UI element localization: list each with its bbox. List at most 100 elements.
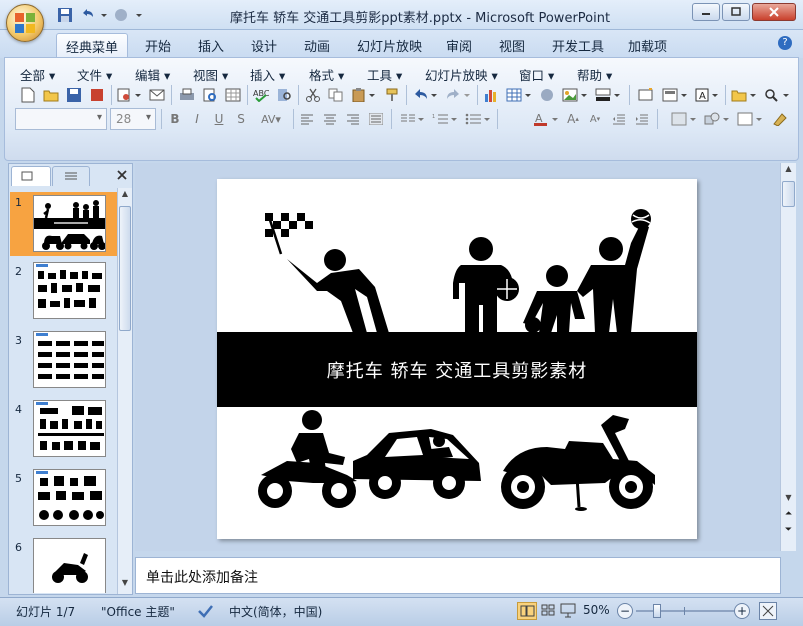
- fit-to-window-icon[interactable]: [759, 602, 777, 620]
- permission-icon[interactable]: [87, 84, 107, 106]
- maximize-button[interactable]: [722, 3, 750, 21]
- menu-edit[interactable]: 编辑 ▾: [135, 65, 170, 84]
- font-size-combo[interactable]: 28 ▾: [110, 108, 156, 130]
- color-dropdown-icon[interactable]: [593, 84, 623, 106]
- justify-icon[interactable]: [366, 108, 386, 130]
- tab-view[interactable]: 视图: [499, 36, 525, 55]
- tab-addins[interactable]: 加载项: [628, 36, 667, 55]
- textbox-dropdown-icon[interactable]: A: [693, 84, 721, 106]
- save-file-icon[interactable]: [64, 84, 84, 106]
- bold-icon[interactable]: B: [165, 108, 185, 130]
- spellcheck-status-icon[interactable]: [196, 602, 214, 620]
- tab-slides[interactable]: [11, 166, 51, 186]
- slideshow-icon[interactable]: [559, 602, 577, 620]
- theme-name[interactable]: "Office 主题": [101, 603, 175, 620]
- undo-dropdown-icon[interactable]: [100, 6, 108, 24]
- menu-help[interactable]: 帮助 ▾: [577, 65, 612, 84]
- print-icon[interactable]: [177, 84, 197, 106]
- notes-pane[interactable]: 单击此处添加备注: [135, 557, 781, 594]
- redo-icon[interactable]: [112, 6, 130, 24]
- redo-toolbar-icon[interactable]: [443, 84, 473, 106]
- editor-scrollbar[interactable]: ▲ ▼ ⏶ ⏷: [780, 163, 796, 551]
- underline-icon[interactable]: U: [209, 108, 229, 130]
- language-status[interactable]: 中文(简体，中国): [229, 603, 322, 620]
- scroll-down-icon[interactable]: ▼: [782, 493, 795, 507]
- slide-thumb-2[interactable]: 2: [10, 261, 117, 325]
- font-name-combo[interactable]: ▾: [15, 108, 107, 130]
- tab-developer[interactable]: 开发工具: [552, 36, 604, 55]
- slides-pane-scrollbar[interactable]: ▲ ▼: [117, 188, 132, 594]
- decrease-indent-icon[interactable]: [609, 108, 629, 130]
- slide-thumb-1[interactable]: 1: [10, 192, 117, 256]
- close-pane-icon[interactable]: [115, 168, 129, 182]
- minimize-button[interactable]: [692, 3, 720, 21]
- shrink-font-icon[interactable]: A ▾: [585, 108, 605, 130]
- numbering-dropdown-icon[interactable]: 1: [430, 108, 460, 130]
- menu-slideshow[interactable]: 幻灯片放映 ▾: [425, 65, 498, 84]
- slide-thumb-3[interactable]: 3: [10, 330, 117, 394]
- menu-file[interactable]: 文件 ▾: [77, 65, 112, 84]
- new-slide-icon[interactable]: [635, 84, 657, 106]
- slide-thumb-6[interactable]: 6: [10, 537, 117, 593]
- menu-tools[interactable]: 工具 ▾: [367, 65, 402, 84]
- print-preview-dropdown-icon[interactable]: [115, 84, 145, 106]
- menu-window[interactable]: 窗口 ▾: [519, 65, 554, 84]
- menu-all[interactable]: 全部 ▾: [20, 65, 55, 84]
- undo-icon[interactable]: [78, 6, 96, 24]
- tab-classic-menu[interactable]: 经典菜单: [56, 33, 128, 59]
- increase-indent-icon[interactable]: [632, 108, 652, 130]
- menu-view[interactable]: 视图 ▾: [193, 65, 228, 84]
- close-button[interactable]: [752, 3, 796, 21]
- grid-icon[interactable]: [223, 84, 243, 106]
- cut-icon[interactable]: [303, 84, 323, 106]
- find-dropdown-icon[interactable]: [762, 84, 792, 106]
- font-color-dropdown-icon[interactable]: A: [531, 108, 561, 130]
- previous-slide-icon[interactable]: ⏶: [782, 509, 795, 523]
- zoom-slider-track[interactable]: [636, 604, 734, 618]
- tab-design[interactable]: 设计: [251, 36, 277, 55]
- slide-thumb-5[interactable]: 5: [10, 468, 117, 532]
- open-icon[interactable]: [41, 84, 61, 106]
- zoom-level[interactable]: 50%: [583, 603, 610, 617]
- menu-format[interactable]: 格式 ▾: [309, 65, 344, 84]
- tab-home[interactable]: 开始: [145, 36, 171, 55]
- scroll-down-icon[interactable]: ▼: [119, 578, 131, 592]
- tab-insert[interactable]: 插入: [198, 36, 224, 55]
- columns-dropdown-icon[interactable]: [397, 108, 427, 130]
- slide-sorter-icon[interactable]: [539, 602, 557, 620]
- chart-icon[interactable]: [481, 84, 501, 106]
- tab-slideshow[interactable]: 幻灯片放映: [357, 36, 422, 55]
- spelling-icon[interactable]: ABC: [251, 84, 271, 106]
- zoom-slider-thumb[interactable]: [653, 604, 661, 618]
- slide-thumb-4[interactable]: 4: [10, 399, 117, 463]
- undo-toolbar-icon[interactable]: [410, 84, 440, 106]
- grow-font-icon[interactable]: A ▴: [563, 108, 583, 130]
- scroll-thumb[interactable]: [782, 181, 795, 207]
- folder-dropdown-icon[interactable]: [729, 84, 759, 106]
- slide-title-band[interactable]: 摩托车 轿车 交通工具剪影素材: [217, 332, 697, 407]
- clipart-icon[interactable]: [537, 84, 557, 106]
- customize-qat-icon[interactable]: [134, 6, 144, 24]
- shape-fill-dropdown-icon[interactable]: [669, 108, 699, 130]
- tab-outline[interactable]: [52, 166, 90, 186]
- bullets-dropdown-icon[interactable]: [463, 108, 493, 130]
- scroll-up-icon[interactable]: ▲: [119, 189, 131, 203]
- paste-dropdown-icon[interactable]: [349, 84, 379, 106]
- shadow-icon[interactable]: S: [231, 108, 251, 130]
- zoom-in-icon[interactable]: +: [734, 603, 750, 619]
- format-painter-icon[interactable]: [382, 84, 402, 106]
- menu-insert[interactable]: 插入 ▾: [250, 65, 285, 84]
- table-dropdown-icon[interactable]: [504, 84, 534, 106]
- char-spacing-icon[interactable]: AV▾: [253, 108, 289, 130]
- slide-canvas[interactable]: 摩托车 轿车 交通工具剪影素材: [217, 179, 697, 539]
- layout-dropdown-icon[interactable]: [660, 84, 690, 106]
- research-icon[interactable]: [274, 84, 294, 106]
- zoom-out-icon[interactable]: −: [617, 603, 633, 619]
- preview-icon[interactable]: [200, 84, 220, 106]
- tab-review[interactable]: 审阅: [446, 36, 472, 55]
- email-icon[interactable]: [147, 84, 167, 106]
- italic-icon[interactable]: I: [187, 108, 207, 130]
- new-icon[interactable]: [18, 84, 38, 106]
- next-slide-icon[interactable]: ⏷: [782, 525, 795, 539]
- tab-animation[interactable]: 动画: [304, 36, 330, 55]
